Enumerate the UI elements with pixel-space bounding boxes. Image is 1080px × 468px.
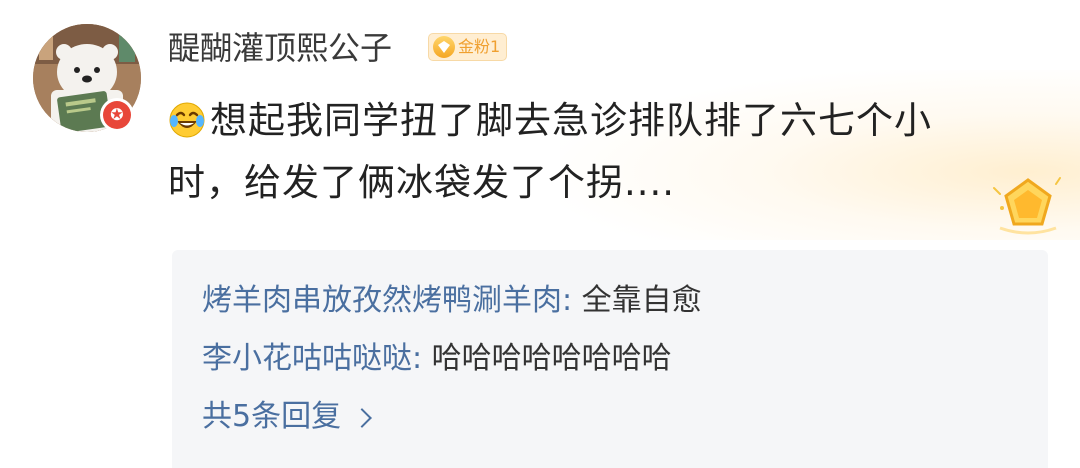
verified-icon: ✪: [103, 101, 131, 129]
laugh-cry-emoji-icon: [168, 96, 206, 138]
reply-item[interactable]: 烤羊肉串放孜然烤鸭涮羊肉: 全靠自愈: [202, 272, 1048, 330]
gem-icon: [433, 36, 455, 58]
chevron-right-icon: [352, 408, 372, 428]
username[interactable]: 醍醐灌顶熙公子: [168, 26, 392, 70]
reply-item[interactable]: 李小花咕咕哒哒: 哈哈哈哈哈哈哈哈: [202, 330, 1048, 388]
comment-text: 想起我同学扭了脚去急诊排队排了六七个小时，给发了俩冰袋发了个拐....: [168, 90, 998, 214]
reply-text: 全靠自愈: [581, 283, 702, 318]
reply-author[interactable]: 李小花咕咕哒哒: [202, 341, 412, 376]
verified-badge: ✪: [100, 98, 134, 132]
view-all-replies-link[interactable]: 共5条回复: [202, 388, 1048, 446]
reply-preview[interactable]: 烤羊肉串放孜然烤鸭涮羊肉: 全靠自愈 李小花咕咕哒哒: 哈哈哈哈哈哈哈哈 共5条…: [172, 250, 1048, 468]
reply-author[interactable]: 烤羊肉串放孜然烤鸭涮羊肉: [202, 283, 562, 318]
fan-badge-label: 金粉1: [458, 37, 501, 56]
comment-card: ✪ 醍醐灌顶熙公子 金粉1 想起我同学扭了脚去急诊排队排了六七个小时，给发了俩冰…: [0, 0, 1080, 468]
fan-level-badge: 金粉1: [428, 33, 508, 61]
reply-separator: :: [562, 283, 582, 318]
reply-text: 哈哈哈哈哈哈哈哈: [431, 341, 672, 376]
comment-body: 想起我同学扭了脚去急诊排队排了六七个小时，给发了俩冰袋发了个拐....: [168, 99, 932, 204]
gold-medal-icon: [990, 168, 1066, 238]
reply-separator: :: [412, 341, 432, 376]
more-replies-label: 共5条回复: [202, 399, 342, 434]
